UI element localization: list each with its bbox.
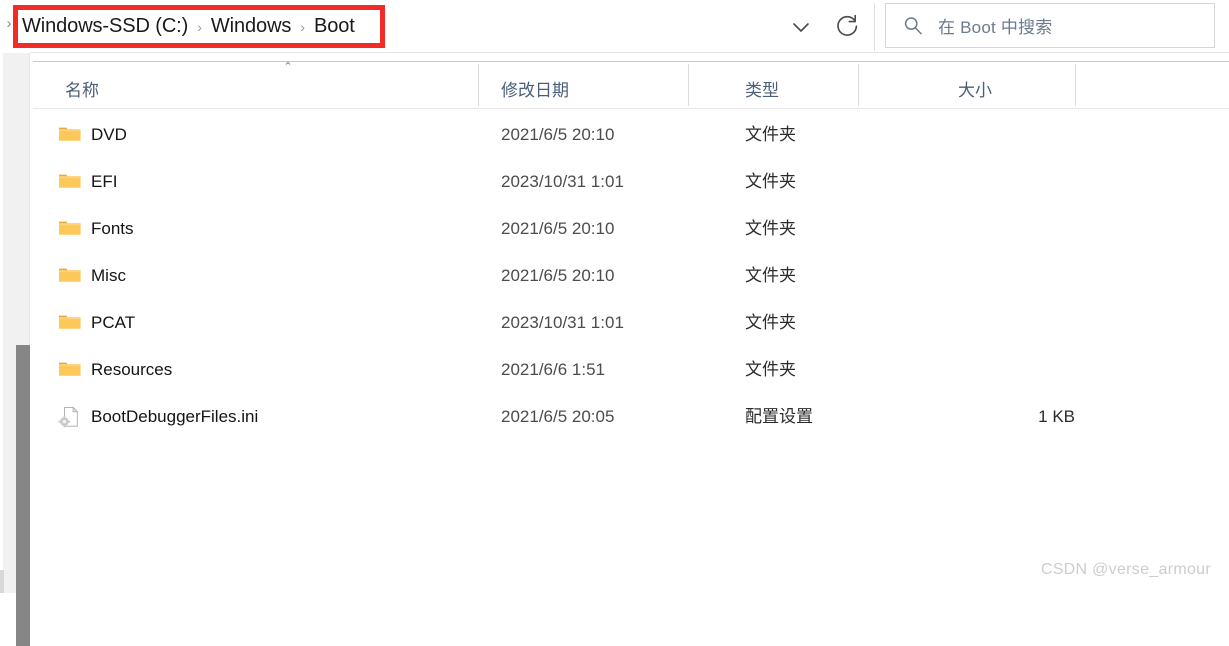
file-name[interactable]: DVD (91, 123, 127, 147)
breadcrumb[interactable]: Windows-SSD (C:) › Windows › Boot (22, 11, 355, 41)
file-date-modified: 2021/6/6 1:51 (501, 360, 605, 379)
folder-icon (58, 170, 82, 194)
file-date-modified: 2021/6/5 20:05 (501, 407, 615, 426)
file-name[interactable]: Misc (91, 264, 126, 288)
column-header-date-modified[interactable]: 修改日期 (501, 76, 569, 101)
address-bar-icon-group (769, 3, 875, 51)
column-header-row: ⌃ 名称 修改日期 类型 大小 (33, 62, 1229, 108)
search-input-placeholder[interactable]: 在 Boot 中搜索 (938, 13, 1052, 38)
navigation-pane-corner (0, 570, 4, 593)
file-date-modified: 2021/6/5 20:10 (501, 219, 615, 238)
file-size: 1 KB (1038, 407, 1075, 426)
file-date-modified: 2021/6/5 20:10 (501, 266, 615, 285)
breadcrumb-segment-windows[interactable]: Windows (211, 15, 292, 38)
file-name[interactable]: Resources (91, 358, 172, 382)
column-resize-handle[interactable] (688, 64, 689, 106)
table-row[interactable]: Misc 2021/6/5 20:10 文件夹 (33, 253, 1229, 300)
column-header-bottom-divider (33, 108, 1229, 109)
breadcrumb-separator-icon: › (197, 19, 202, 35)
address-bar: › Windows-SSD (C:) › Windows › Boot 在 Bo… (0, 0, 1229, 53)
breadcrumb-segment-drive[interactable]: Windows-SSD (C:) (22, 15, 188, 38)
table-row[interactable]: PCAT 2023/10/31 1:01 文件夹 (33, 300, 1229, 347)
table-row[interactable]: DVD 2021/6/5 20:10 文件夹 (33, 112, 1229, 159)
folder-icon (58, 123, 82, 147)
file-type: 文件夹 (745, 125, 796, 144)
file-type: 文件夹 (745, 360, 796, 379)
file-type: 文件夹 (745, 219, 796, 238)
folder-icon (58, 264, 82, 288)
scrollbar-thumb[interactable] (16, 345, 30, 646)
table-row[interactable]: Fonts 2021/6/5 20:10 文件夹 (33, 206, 1229, 253)
search-icon (902, 15, 924, 37)
column-header-type[interactable]: 类型 (745, 76, 779, 101)
column-resize-handle[interactable] (478, 64, 479, 106)
column-resize-handle[interactable] (858, 64, 859, 106)
file-name[interactable]: EFI (91, 170, 117, 194)
file-type: 文件夹 (745, 266, 796, 285)
folder-icon (58, 217, 82, 241)
navigation-pane-scrollbar[interactable] (8, 53, 30, 646)
watermark-text: CSDN @verse_armour (1040, 561, 1211, 578)
breadcrumb-segment-boot[interactable]: Boot (314, 15, 355, 38)
file-name[interactable]: Fonts (91, 217, 134, 241)
breadcrumb-lead-chevron-icon[interactable]: › (2, 14, 16, 34)
sort-ascending-icon: ⌃ (283, 61, 293, 73)
column-header-size[interactable]: 大小 (958, 76, 992, 101)
folder-icon (58, 311, 82, 335)
breadcrumb-separator-icon: › (300, 19, 305, 35)
table-row[interactable]: EFI 2023/10/31 1:01 文件夹 (33, 159, 1229, 206)
file-type: 文件夹 (745, 313, 796, 332)
file-name[interactable]: PCAT (91, 311, 135, 335)
chevron-down-icon[interactable] (777, 11, 825, 43)
file-type: 文件夹 (745, 172, 796, 191)
folder-icon (58, 358, 82, 382)
ini-file-icon (58, 405, 82, 429)
address-bar-divider (30, 52, 1229, 53)
table-row[interactable]: BootDebuggerFiles.ini 2021/6/5 20:05 配置设… (33, 394, 1229, 441)
file-date-modified: 2023/10/31 1:01 (501, 172, 624, 191)
table-row[interactable]: Resources 2021/6/6 1:51 文件夹 (33, 347, 1229, 394)
search-box[interactable]: 在 Boot 中搜索 (885, 3, 1215, 48)
navigation-pane-edge (0, 53, 3, 593)
refresh-icon[interactable] (827, 9, 867, 45)
file-date-modified: 2021/6/5 20:10 (501, 125, 615, 144)
file-date-modified: 2023/10/31 1:01 (501, 313, 624, 332)
column-header-name[interactable]: 名称 (65, 76, 99, 101)
file-name[interactable]: BootDebuggerFiles.ini (91, 405, 258, 429)
column-resize-handle[interactable] (1075, 64, 1076, 106)
file-type: 配置设置 (745, 407, 813, 426)
file-list: DVD 2021/6/5 20:10 文件夹 EFI 2023/10/31 1:… (33, 112, 1229, 552)
